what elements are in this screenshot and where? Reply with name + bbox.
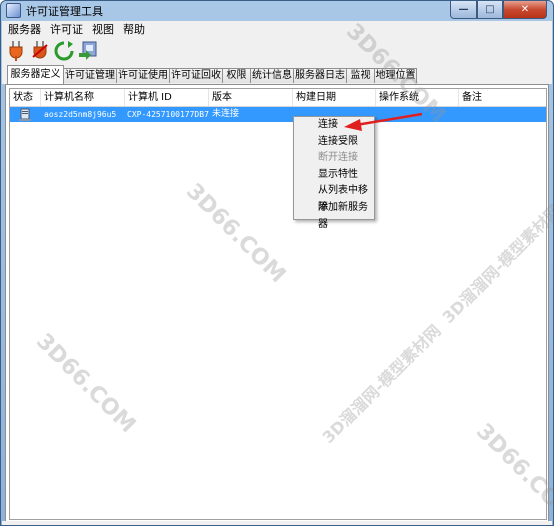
tab-server-log[interactable]: 服务器日志 — [293, 68, 347, 83]
window-controls: — □ ✕ — [450, 1, 547, 19]
menu-help[interactable]: 帮助 — [120, 21, 148, 37]
list-header: 状态 计算机名称 计算机 ID 版本 构建日期 操作系统 备注 — [10, 89, 546, 107]
menu-item-connect[interactable]: 连接 — [294, 117, 374, 134]
app-icon — [6, 3, 21, 18]
tab-license-usage[interactable]: 许可证使用 — [116, 68, 170, 83]
column-computer-id[interactable]: 计算机 ID — [125, 89, 209, 106]
menu-item-remove-from-list[interactable]: 从列表中移除 — [294, 183, 374, 213]
tab-geolocation[interactable]: 地理位置 — [374, 68, 417, 83]
context-menu: 连接 连接受限 断开连接 显示特性 从列表中移除 添加新服务器 — [293, 116, 375, 230]
column-build-date[interactable]: 构建日期 — [293, 89, 376, 106]
tab-panel: 状态 计算机名称 计算机 ID 版本 构建日期 操作系统 备注 aosz2d5n… — [5, 84, 549, 522]
column-computer-name[interactable]: 计算机名称 — [41, 89, 125, 106]
title-bar: 许可证管理工具 — □ ✕ — [1, 1, 553, 20]
menu-license[interactable]: 许可证 — [47, 21, 86, 37]
tab-permissions[interactable]: 权限 — [222, 68, 251, 83]
row-computer-id: CXP-4257100177DB79 — [127, 110, 209, 119]
column-note[interactable]: 备注 — [459, 89, 546, 106]
close-button[interactable]: ✕ — [503, 1, 547, 19]
column-os[interactable]: 操作系统 — [376, 89, 459, 106]
server-list[interactable]: 状态 计算机名称 计算机 ID 版本 构建日期 操作系统 备注 aosz2d5n… — [9, 88, 547, 520]
export-icon[interactable] — [78, 40, 98, 62]
tab-server-definition[interactable]: 服务器定义 — [7, 65, 64, 84]
minimize-button[interactable]: — — [450, 1, 477, 19]
app-window: 许可证管理工具 — □ ✕ 服务器 许可证 视图 帮助 服务器定义 许可证管理 … — [0, 0, 554, 526]
plug-connect-icon[interactable] — [6, 40, 26, 62]
toolbar — [2, 37, 552, 65]
menu-item-disconnect: 断开连接 — [318, 152, 358, 164]
status-bar — [2, 521, 552, 525]
menu-view[interactable]: 视图 — [89, 21, 117, 37]
column-version[interactable]: 版本 — [209, 89, 293, 106]
tab-strip: 服务器定义 许可证管理 许可证使用 许可证回收 权限 统计信息 服务器日志 监视… — [2, 65, 552, 84]
server-icon — [18, 107, 34, 122]
window-title: 许可证管理工具 — [26, 4, 103, 18]
menu-bar: 服务器 许可证 视图 帮助 — [2, 21, 552, 37]
column-status[interactable]: 状态 — [10, 89, 41, 106]
tab-license-recovery[interactable]: 许可证回收 — [169, 68, 223, 83]
row-computer-name: aosz2d5nm8j96u5 — [44, 110, 117, 119]
refresh-icon[interactable] — [54, 40, 74, 62]
menu-item-connect-limited[interactable]: 连接受限 — [294, 134, 374, 151]
table-row[interactable]: aosz2d5nm8j96u5 CXP-4257100177DB79 未连接 — [10, 107, 546, 122]
plug-disconnect-icon[interactable] — [30, 40, 50, 62]
menu-item-add-server[interactable]: 添加新服务器 — [294, 200, 374, 230]
tab-license-management[interactable]: 许可证管理 — [63, 68, 117, 83]
annotation-arrow — [344, 112, 423, 131]
row-version: 未连接 — [212, 109, 240, 119]
maximize-button[interactable]: □ — [477, 1, 503, 19]
tab-statistics[interactable]: 统计信息 — [250, 68, 294, 83]
menu-server[interactable]: 服务器 — [5, 21, 44, 37]
menu-item-show-properties[interactable]: 显示特性 — [294, 167, 374, 184]
tab-monitor[interactable]: 监视 — [346, 68, 375, 83]
